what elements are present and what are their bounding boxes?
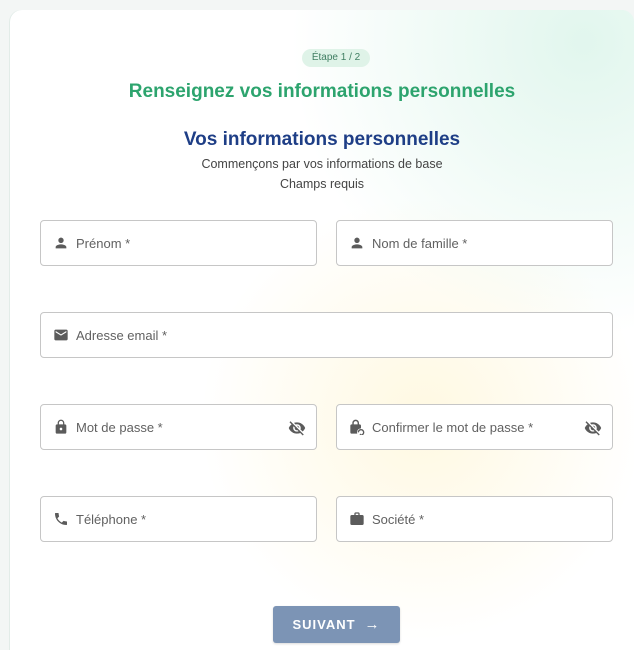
- required-note: Champs requis: [279, 177, 365, 191]
- last-name-label: Nom de famille *: [372, 235, 468, 251]
- next-button-label: SUIVANT: [292, 617, 356, 632]
- email-field[interactable]: Adresse email *: [40, 312, 613, 358]
- lock-icon: [53, 419, 69, 435]
- phone-icon: [53, 511, 69, 527]
- password-field[interactable]: Mot de passe *: [40, 404, 317, 450]
- confirm-password-label: Confirmer le mot de passe *: [372, 419, 534, 435]
- company-label: Société *: [372, 511, 425, 527]
- person-icon: [53, 235, 69, 251]
- person-icon: [349, 235, 365, 251]
- first-name-field[interactable]: Prénom *: [40, 220, 317, 266]
- page-heading: Renseignez vos informations personnelles: [128, 81, 516, 102]
- phone-field[interactable]: Téléphone *: [40, 496, 317, 542]
- last-name-field[interactable]: Nom de famille *: [336, 220, 613, 266]
- eye-off-icon[interactable]: [288, 419, 306, 437]
- phone-label: Téléphone *: [76, 511, 147, 527]
- form-card: Étape 1 / 2 Renseignez vos informations …: [10, 10, 634, 650]
- eye-off-icon[interactable]: [584, 419, 602, 437]
- arrow-right-icon: →: [364, 616, 381, 633]
- next-button[interactable]: SUIVANT →: [273, 606, 400, 643]
- company-field[interactable]: Société *: [336, 496, 613, 542]
- password-label: Mot de passe *: [76, 419, 163, 435]
- briefcase-icon: [349, 511, 365, 527]
- lock-reset-icon: [349, 419, 365, 435]
- mail-icon: [53, 327, 69, 343]
- section-title: Vos informations personnelles: [183, 129, 461, 150]
- section-description: Commençons par vos informations de base: [201, 157, 443, 171]
- confirm-password-field[interactable]: Confirmer le mot de passe *: [336, 404, 613, 450]
- step-badge: Étape 1 / 2: [302, 49, 370, 67]
- first-name-label: Prénom *: [76, 235, 131, 251]
- email-label: Adresse email *: [76, 327, 168, 343]
